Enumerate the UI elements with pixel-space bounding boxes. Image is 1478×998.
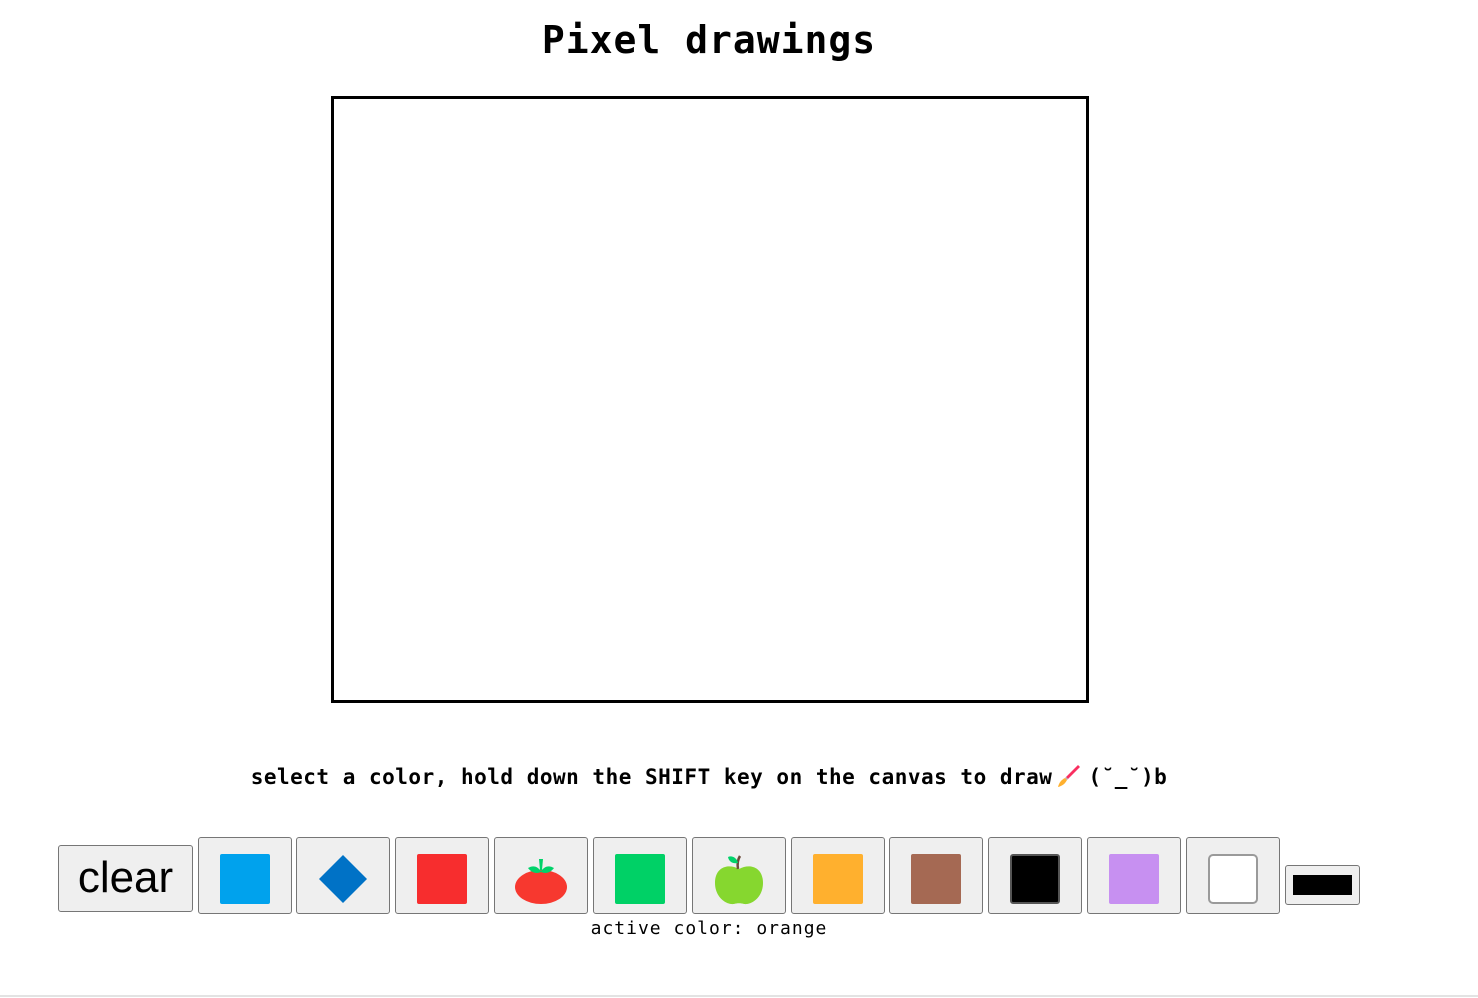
color-picker-input[interactable]	[1285, 865, 1360, 905]
drawing-canvas[interactable]	[331, 96, 1089, 703]
color-button-brown[interactable]	[889, 837, 983, 914]
green-square-icon	[615, 854, 665, 904]
color-button-black[interactable]	[988, 837, 1082, 914]
color-button-tomato[interactable]	[494, 837, 588, 914]
color-picker-swatch	[1293, 875, 1352, 895]
brown-square-icon	[911, 854, 961, 904]
diamond-icon	[319, 855, 367, 903]
black-square-icon	[1010, 854, 1060, 904]
color-button-green[interactable]	[593, 837, 687, 914]
white-square-icon	[1208, 854, 1258, 904]
green-apple-icon	[715, 855, 763, 905]
red-square-icon	[417, 854, 467, 904]
clear-button[interactable]: clear	[58, 845, 193, 912]
bottom-divider	[0, 995, 1478, 997]
color-button-red[interactable]	[395, 837, 489, 914]
color-button-blue[interactable]	[198, 837, 292, 914]
tomato-icon	[515, 859, 567, 904]
paintbrush-icon	[1056, 763, 1082, 789]
color-button-green-apple[interactable]	[692, 837, 786, 914]
instructions-emoticon: (˘_˘)b	[1088, 765, 1168, 789]
purple-square-icon	[1109, 854, 1159, 904]
color-button-purple[interactable]	[1087, 837, 1181, 914]
pixel-drawings-page: Pixel drawings select a color, hold down…	[0, 0, 1478, 998]
instructions: select a color, hold down the SHIFT key …	[0, 762, 1418, 792]
color-button-orange[interactable]	[791, 837, 885, 914]
orange-square-icon	[813, 854, 863, 904]
instructions-text: select a color, hold down the SHIFT key …	[250, 765, 1053, 789]
blue-square-icon	[220, 854, 270, 904]
color-button-white[interactable]	[1186, 837, 1280, 914]
color-button-diamond[interactable]	[296, 837, 390, 914]
active-color-label: active color: orange	[590, 918, 828, 939]
page-title: Pixel drawings	[541, 18, 877, 62]
